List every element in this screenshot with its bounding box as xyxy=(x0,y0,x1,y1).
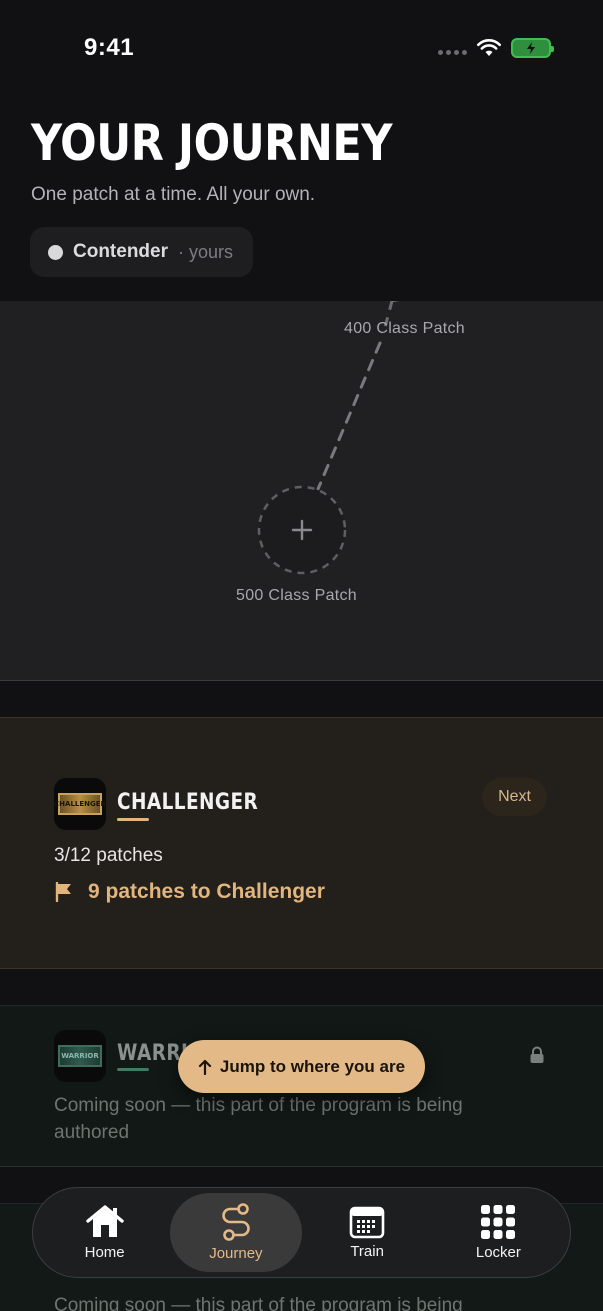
status-time: 9:41 xyxy=(84,34,135,61)
node-label-400-class-patch: 400 Class Patch xyxy=(344,320,466,337)
coming-soon-text: Coming soon — this part of the program i… xyxy=(54,1095,463,1143)
rank-suffix: · yours xyxy=(178,241,234,262)
page-title: YOUR JOURNEY xyxy=(31,114,393,172)
patch-goal: 9 patches to Challenger xyxy=(54,880,325,904)
journey-screen: 9:41 YOUR JOURNEY One patch at a time. A… xyxy=(0,0,603,1311)
current-rank-pill[interactable]: Contender · yours xyxy=(30,227,254,277)
coming-soon-text: Coming soon — this part of the program i… xyxy=(54,1295,463,1311)
warrior-badge-text: WARRIOR xyxy=(58,1045,102,1067)
page-subtitle: One patch at a time. All your own. xyxy=(31,184,316,205)
tab-journey[interactable]: Journey xyxy=(170,1193,302,1272)
lock-icon xyxy=(530,1046,544,1063)
challenger-badge-text: CHALLENGER xyxy=(54,793,106,815)
home-icon xyxy=(85,1205,124,1237)
tab-home[interactable]: Home xyxy=(39,1193,170,1272)
tier-accent-underline xyxy=(117,818,149,821)
patch-progress: 3/12 patches xyxy=(54,845,163,866)
tier-card-challenger[interactable]: CHALLENGER CHALLENGER Next 3/12 patches … xyxy=(0,717,603,969)
challenger-badge: CHALLENGER xyxy=(54,778,106,830)
wifi-icon xyxy=(477,39,501,56)
journey-map[interactable]: 400 Class Patch 500 Class Patch xyxy=(0,301,603,681)
charging-bolt-icon xyxy=(527,42,535,54)
route-icon xyxy=(222,1203,250,1241)
tab-locker[interactable]: Locker xyxy=(433,1193,564,1272)
tab-locker-label: Locker xyxy=(475,1244,521,1261)
patch-goal-text: 9 patches to Challenger xyxy=(88,880,325,903)
tab-journey-label: Journey xyxy=(209,1245,263,1262)
bottom-tab-bar: Home Journey Train Locker xyxy=(32,1187,571,1278)
tier-name-challenger: CHALLENGER xyxy=(117,790,259,815)
status-badge-next: Next xyxy=(482,778,547,816)
tab-home-label: Home xyxy=(84,1244,125,1261)
tab-train[interactable]: Train xyxy=(302,1193,433,1272)
battery-icon xyxy=(511,38,554,58)
grid-icon xyxy=(481,1205,516,1239)
status-bar: 9:41 xyxy=(0,0,603,96)
page-header: YOUR JOURNEY One patch at a time. All yo… xyxy=(0,96,603,301)
rank-dot-icon xyxy=(48,244,63,260)
arrow-up-icon xyxy=(198,1059,212,1075)
jump-to-current-button[interactable]: Jump to where you are xyxy=(178,1040,425,1093)
flag-icon xyxy=(55,882,71,902)
jump-button-label: Jump to where you are xyxy=(219,1056,406,1076)
add-patch-node-button[interactable] xyxy=(258,486,346,574)
calendar-icon xyxy=(349,1206,385,1239)
status-indicators xyxy=(438,38,554,58)
warrior-badge: WARRIOR xyxy=(54,1030,106,1082)
node-label-500-class-patch: 500 Class Patch xyxy=(236,587,358,604)
tier-accent-underline xyxy=(117,1068,149,1071)
cellular-signal-icon xyxy=(438,49,467,55)
tab-train-label: Train xyxy=(350,1243,384,1260)
rank-name: Contender xyxy=(73,241,168,262)
